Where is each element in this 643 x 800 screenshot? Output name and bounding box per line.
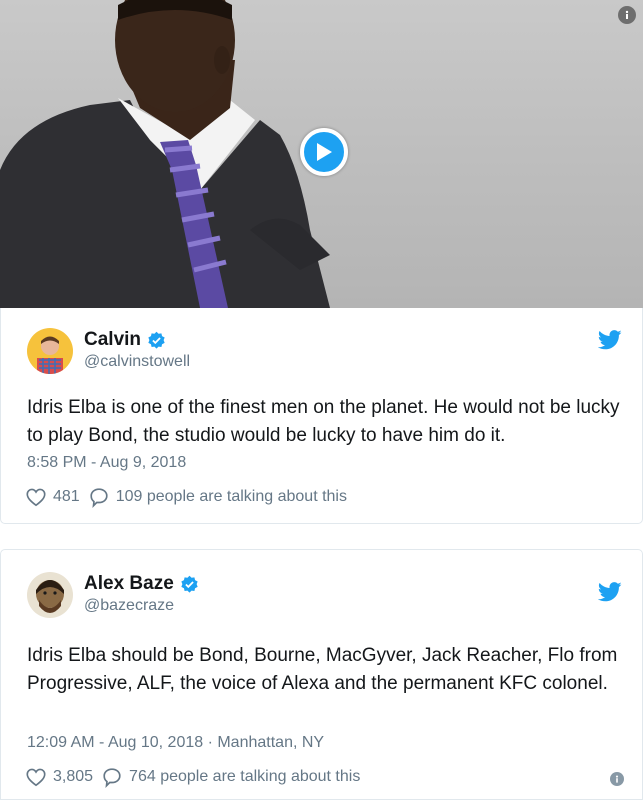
user-handle[interactable]: @bazecraze	[84, 596, 199, 616]
heart-icon[interactable]	[25, 766, 47, 788]
like-count: 481	[53, 488, 80, 505]
play-button[interactable]	[300, 128, 348, 176]
tweet-header: Calvin @calvinstowell	[27, 328, 190, 374]
tweet-actions: 3,805 764 people are talking about this	[25, 766, 360, 788]
info-icon[interactable]	[618, 6, 636, 24]
user-handle[interactable]: @calvinstowell	[84, 352, 190, 372]
verified-badge-icon	[147, 331, 166, 350]
info-icon[interactable]	[610, 772, 624, 786]
twitter-bird-icon[interactable]	[597, 330, 622, 350]
avatar[interactable]	[27, 572, 73, 618]
twitter-bird-icon[interactable]	[597, 582, 622, 602]
tweet-card[interactable]: Calvin @calvinstowell Idris Elba is one …	[0, 308, 643, 524]
speech-bubble-icon[interactable]	[88, 486, 110, 508]
tweet-timestamp[interactable]: 12:09 AM - Aug 10, 2018 · Manhattan, NY	[27, 734, 324, 752]
play-icon	[317, 143, 332, 161]
verified-badge-icon	[180, 575, 199, 594]
heart-icon[interactable]	[25, 486, 47, 508]
tweet-header: Alex Baze @bazecraze	[27, 572, 199, 618]
speech-bubble-icon[interactable]	[101, 766, 123, 788]
talking-count[interactable]: 109 people are talking about this	[116, 488, 347, 506]
tweet-actions: 481 109 people are talking about this	[25, 486, 347, 508]
tweet-text: Idris Elba is one of the finest men on t…	[27, 397, 620, 446]
video-player[interactable]	[0, 0, 643, 308]
tweet-card[interactable]: Alex Baze @bazecraze Idris Elba should b…	[0, 549, 643, 800]
avatar[interactable]	[27, 328, 73, 374]
display-name[interactable]: Calvin	[84, 329, 141, 351]
like-count: 3,805	[53, 768, 94, 785]
display-name[interactable]: Alex Baze	[84, 573, 174, 595]
tweet-text: Idris Elba should be Bond, Bourne, MacGy…	[27, 645, 618, 694]
tweet-timestamp[interactable]: 8:58 PM - Aug 9, 2018	[27, 454, 186, 472]
talking-count[interactable]: 764 people are talking about this	[129, 768, 360, 786]
